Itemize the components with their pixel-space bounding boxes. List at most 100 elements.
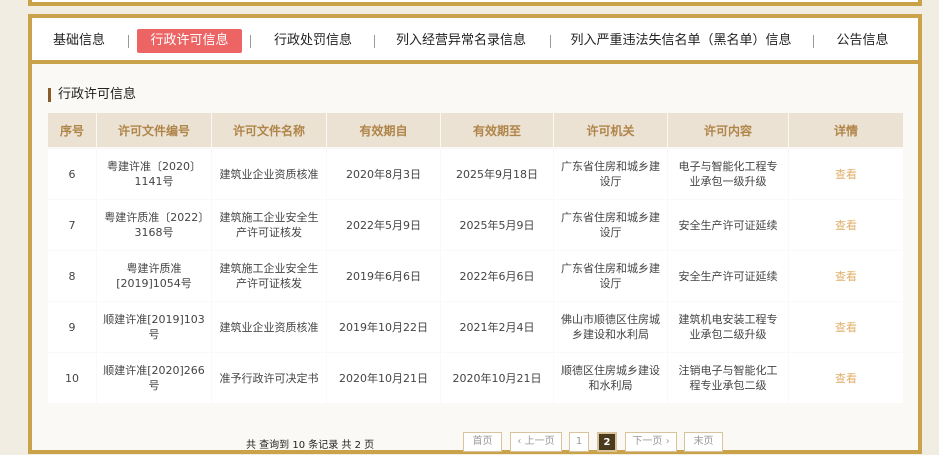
- table-cell-valid-to: 2025年5月9日: [441, 200, 553, 250]
- table-cell-license-content: 建筑机电安装工程专业承包二级升级: [668, 302, 788, 352]
- tab-admin-penalty[interactable]: 行政处罚信息: [268, 29, 358, 53]
- table-cell-license-content: 安全生产许可证延续: [668, 200, 788, 250]
- table-cell-seq: 10: [48, 353, 96, 403]
- cell-text: 建筑业企业资质核准: [219, 167, 319, 181]
- cell-text: 2025年9月18日: [456, 167, 538, 181]
- cell-text: 2019年6月6日: [346, 269, 421, 283]
- first-page-button[interactable]: 首页: [463, 432, 502, 452]
- column-header-valid-to: 有效期至: [441, 113, 553, 147]
- column-header-license-name: 许可文件名称: [212, 113, 326, 147]
- tab-separator: [374, 35, 375, 48]
- prev-page-button[interactable]: ‹ 上一页: [510, 432, 562, 452]
- section-title: 行政许可信息: [48, 88, 136, 102]
- table-cell-license-no: 顺建许准[2020]266号: [97, 353, 211, 403]
- cell-text: 安全生产许可证延续: [678, 218, 778, 232]
- column-header-license-content: 许可内容: [668, 113, 788, 147]
- next-page-button[interactable]: 下一页 ›: [625, 432, 677, 452]
- cell-text: 9: [68, 320, 76, 334]
- tab-admin-license[interactable]: 行政许可信息: [137, 29, 242, 53]
- last-page-button[interactable]: 末页: [684, 432, 723, 452]
- table-cell-license-content: 安全生产许可证延续: [668, 251, 788, 301]
- table-cell-seq: 7: [48, 200, 96, 250]
- table-cell-license-no: 粤建许准〔2020〕1141号: [97, 149, 211, 199]
- table-cell-detail[interactable]: 查看: [789, 353, 903, 403]
- view-detail-link[interactable]: 查看: [835, 218, 857, 233]
- cell-text: 安全生产许可证延续: [678, 269, 778, 283]
- table-cell-license-content: 注销电子与智能化工程专业承包二级: [668, 353, 788, 403]
- view-detail-link[interactable]: 查看: [835, 269, 857, 284]
- cell-text: 建筑施工企业安全生产许可证核发: [219, 262, 319, 290]
- pagination-summary: 共 查询到 10 条记录 共 2 页: [246, 440, 375, 451]
- previous-panel-edge: [28, 0, 922, 6]
- table-cell-valid-to: 2020年10月21日: [441, 353, 553, 403]
- tab-blacklist[interactable]: 列入严重违法失信名单（黑名单）信息: [570, 29, 792, 53]
- cell-text: 2020年8月3日: [346, 167, 421, 181]
- cell-text: 8: [68, 269, 76, 283]
- cell-text: 2022年6月6日: [459, 269, 535, 283]
- table-cell-authority: 佛山市顺德区住房城乡建设和水利局: [554, 302, 667, 352]
- cell-text: 粤建许质准[2019]1054号: [116, 262, 192, 290]
- tab-abnormal-operation[interactable]: 列入经营异常名录信息: [394, 29, 528, 53]
- table-cell-license-name: 准予行政许可决定书: [212, 353, 326, 403]
- table-cell-authority: 广东省住房和城乡建设厅: [554, 251, 667, 301]
- table-cell-seq: 9: [48, 302, 96, 352]
- cell-text: 顺建许准[2019]103号: [103, 313, 205, 341]
- cell-text: 顺建许准[2020]266号: [103, 364, 205, 392]
- cell-text: 建筑施工企业安全生产许可证核发: [219, 211, 319, 239]
- table-cell-valid-from: 2019年6月6日: [327, 251, 440, 301]
- table-cell-license-no: 顺建许准[2019]103号: [97, 302, 211, 352]
- table-cell-detail[interactable]: 查看: [789, 302, 903, 352]
- cell-text: 顺德区住房城乡建设和水利局: [561, 364, 660, 392]
- cell-text: 粤建许质准〔2022〕3168号: [104, 211, 204, 239]
- current-page-indicator: 2: [597, 432, 617, 452]
- cell-text: 广东省住房和城乡建设厅: [561, 211, 660, 239]
- table-cell-valid-to: 2022年6月6日: [441, 251, 553, 301]
- table-cell-license-no: 粤建许质准[2019]1054号: [97, 251, 211, 301]
- cell-text: 2025年5月9日: [459, 218, 535, 232]
- table-cell-valid-to: 2025年9月18日: [441, 149, 553, 199]
- tab-separator: [250, 35, 251, 48]
- table-cell-detail[interactable]: 查看: [789, 149, 903, 199]
- table-cell-license-name: 建筑业企业资质核准: [212, 149, 326, 199]
- table-cell-authority: 广东省住房和城乡建设厅: [554, 200, 667, 250]
- table-cell-license-name: 建筑施工企业安全生产许可证核发: [212, 251, 326, 301]
- column-header-valid-from: 有效期自: [327, 113, 440, 147]
- table-cell-detail[interactable]: 查看: [789, 251, 903, 301]
- cell-text: 7: [68, 218, 76, 232]
- info-tab-bar: 基础信息 行政许可信息 行政处罚信息 列入经营异常名录信息 列入严重违法失信名单…: [32, 18, 918, 64]
- table-cell-authority: 广东省住房和城乡建设厅: [554, 149, 667, 199]
- cell-text: 佛山市顺德区住房城乡建设和水利局: [561, 313, 660, 341]
- table-cell-valid-to: 2021年2月4日: [441, 302, 553, 352]
- column-header-license-no: 许可文件编号: [97, 113, 211, 147]
- license-table: 序号 许可文件编号 许可文件名称 有效期自 有效期至 许可机关 许可内容 详情 6 粤建许准〔20…: [48, 113, 904, 403]
- cell-text: 电子与智能化工程专业承包一级升级: [678, 160, 778, 188]
- cell-text: 广东省住房和城乡建设厅: [561, 160, 660, 188]
- cell-text: 准予行政许可决定书: [219, 371, 319, 385]
- cell-text: 2021年2月4日: [459, 320, 535, 334]
- tab-announcement[interactable]: 公告信息: [835, 29, 890, 53]
- tab-separator: [550, 35, 551, 48]
- license-panel: 基础信息 行政许可信息 行政处罚信息 列入经营异常名录信息 列入严重违法失信名单…: [28, 14, 922, 454]
- cell-text: 2020年10月21日: [339, 371, 428, 385]
- cell-text: 广东省住房和城乡建设厅: [561, 262, 660, 290]
- table-cell-license-name: 建筑施工企业安全生产许可证核发: [212, 200, 326, 250]
- view-detail-link[interactable]: 查看: [835, 167, 857, 182]
- table-cell-detail[interactable]: 查看: [789, 200, 903, 250]
- tab-separator: [128, 35, 129, 48]
- cell-text: 建筑业企业资质核准: [219, 320, 319, 334]
- tab-separator: [813, 35, 814, 48]
- table-cell-license-name: 建筑业企业资质核准: [212, 302, 326, 352]
- view-detail-link[interactable]: 查看: [835, 371, 857, 386]
- table-cell-valid-from: 2020年8月3日: [327, 149, 440, 199]
- cell-text: 注销电子与智能化工程专业承包二级: [678, 364, 778, 392]
- cell-text: 6: [68, 167, 76, 181]
- table-cell-valid-from: 2020年10月21日: [327, 353, 440, 403]
- column-header-authority: 许可机关: [554, 113, 667, 147]
- cell-text: 2022年5月9日: [346, 218, 421, 232]
- table-cell-authority: 顺德区住房城乡建设和水利局: [554, 353, 667, 403]
- cell-text: 2019年10月22日: [339, 320, 428, 334]
- page-button-1[interactable]: 1: [569, 432, 589, 452]
- view-detail-link[interactable]: 查看: [835, 320, 857, 335]
- table-cell-license-content: 电子与智能化工程专业承包一级升级: [668, 149, 788, 199]
- tab-basic-info[interactable]: 基础信息: [48, 29, 110, 53]
